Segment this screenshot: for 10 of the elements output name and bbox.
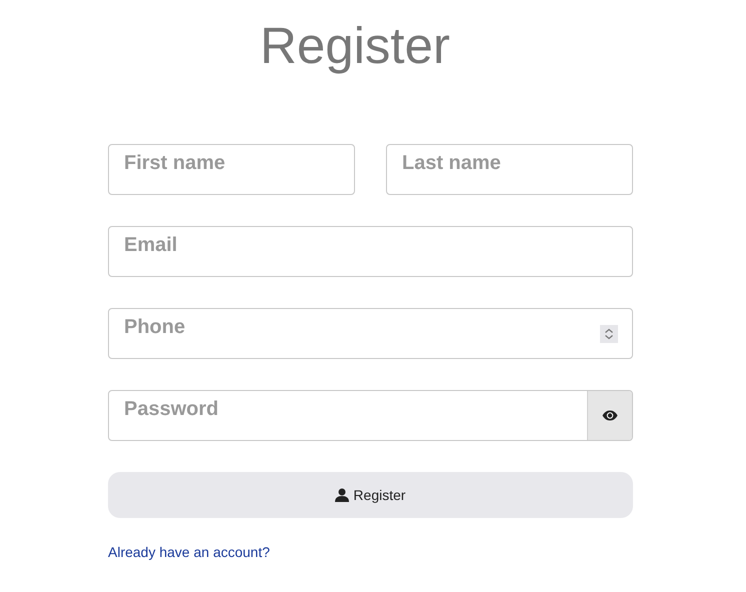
input-field[interactable]: Last name xyxy=(387,145,632,194)
input-field[interactable]: First name xyxy=(109,145,354,194)
spinner-icon[interactable] xyxy=(600,324,618,342)
register-button[interactable]: Register xyxy=(108,472,633,518)
login-link[interactable]: Already have an account? xyxy=(108,544,270,560)
eye-icon xyxy=(602,410,618,421)
input-field[interactable]: Email xyxy=(109,227,632,276)
user-icon xyxy=(335,488,350,502)
page-title: Register xyxy=(259,16,451,76)
show-password-button[interactable] xyxy=(587,391,632,440)
